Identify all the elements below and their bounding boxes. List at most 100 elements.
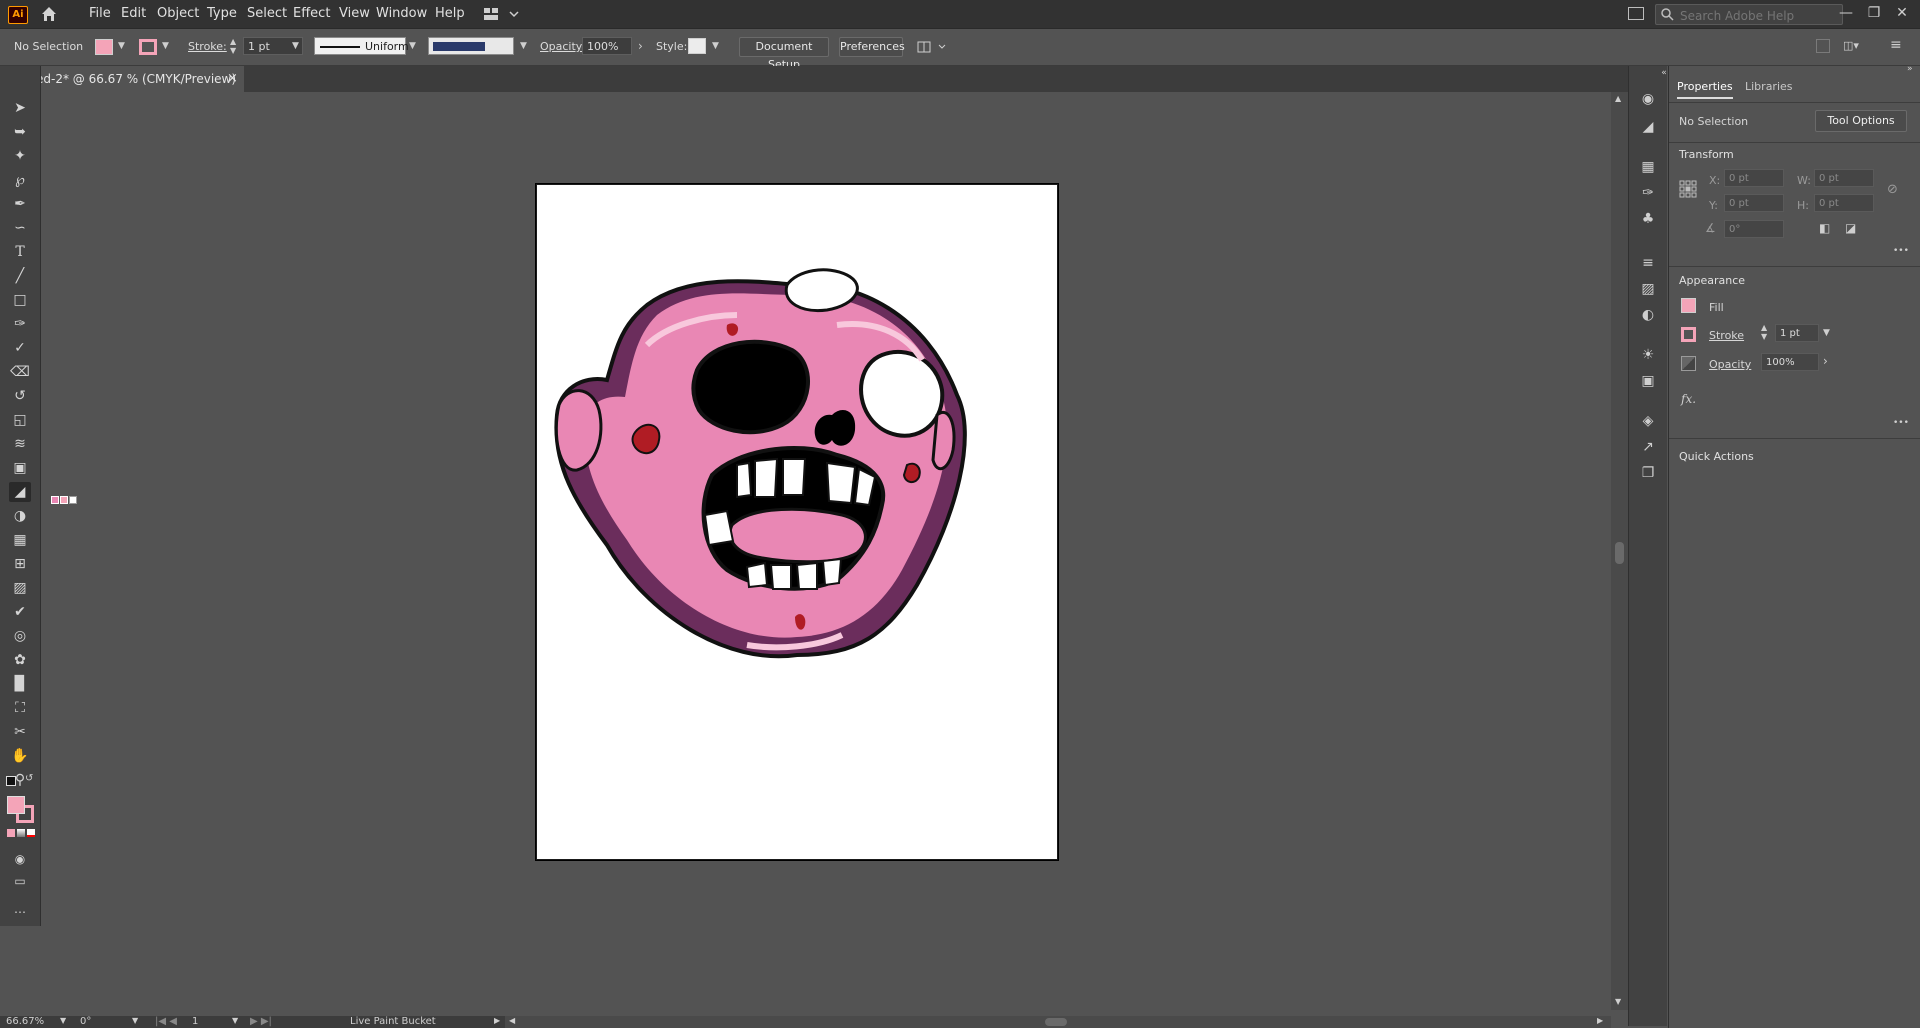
stroke-panel-icon[interactable]: ≡ xyxy=(1639,254,1657,272)
x-field[interactable]: 0 pt xyxy=(1724,169,1784,187)
rectangle-tool-icon[interactable]: □ xyxy=(9,290,31,310)
gradient-panel-icon[interactable]: ▨ xyxy=(1639,280,1657,298)
curvature-tool-icon[interactable]: ∽ xyxy=(9,218,31,238)
tab-properties[interactable]: Properties xyxy=(1677,80,1733,99)
artboard-tool-icon[interactable]: ⛶ xyxy=(9,698,31,718)
stroke-profile-field[interactable]: Uniform xyxy=(314,37,409,55)
rotation-value[interactable]: 0° xyxy=(80,1016,91,1027)
paintbrush-tool-icon[interactable]: ✑ xyxy=(9,314,31,334)
appearance-stroke-swatch[interactable] xyxy=(1681,327,1696,342)
close-window-button[interactable]: ✕ xyxy=(1890,3,1914,23)
shape-builder-tool-icon[interactable]: ◑ xyxy=(9,506,31,526)
reference-point-icon[interactable] xyxy=(1679,180,1697,198)
rotation-dropdown-icon[interactable]: ▼ xyxy=(132,1016,138,1025)
fill-swatch[interactable] xyxy=(95,39,113,55)
appearance-fill-swatch[interactable] xyxy=(1681,298,1696,313)
menu-effect[interactable]: Effect xyxy=(293,6,330,21)
none-mode-icon[interactable] xyxy=(27,829,35,837)
horizontal-scroll-thumb[interactable] xyxy=(1045,1018,1067,1026)
scroll-down-arrow-icon[interactable]: ▼ xyxy=(1615,997,1621,1006)
appearance-panel-icon[interactable]: ☀ xyxy=(1639,346,1657,364)
menu-window[interactable]: Window xyxy=(376,6,427,21)
panel-stroke-weight-field[interactable]: 1 pt xyxy=(1775,324,1819,342)
artboards-panel-icon[interactable]: ❐ xyxy=(1639,464,1657,482)
symbol-sprayer-tool-icon[interactable]: ✿ xyxy=(9,650,31,670)
brushes-panel-icon[interactable]: ✑ xyxy=(1639,184,1657,202)
column-graph-tool-icon[interactable]: ▉ xyxy=(9,674,31,694)
graphic-style-swatch[interactable] xyxy=(688,38,706,54)
color-guide-icon[interactable]: ◢ xyxy=(1639,118,1657,136)
artboard-dropdown-icon[interactable]: ▼ xyxy=(232,1016,238,1025)
style-dropdown-icon[interactable]: ▼ xyxy=(712,41,719,51)
live-paint-bucket-tool-icon[interactable]: ◢ xyxy=(9,482,31,502)
opacity-label[interactable]: Opacity: xyxy=(540,40,585,53)
lasso-tool-icon[interactable]: ℘ xyxy=(9,170,31,190)
control-bar-menu-icon[interactable]: ≡ xyxy=(1890,37,1902,53)
vertical-scrollbar[interactable]: ▲ ▼ xyxy=(1611,92,1628,1010)
home-icon[interactable] xyxy=(40,5,58,23)
menu-help[interactable]: Help xyxy=(435,6,465,21)
menu-file[interactable]: File xyxy=(89,6,111,21)
menu-view[interactable]: View xyxy=(339,6,370,21)
panel-toggle-icon[interactable] xyxy=(1628,7,1644,20)
vertical-scroll-thumb[interactable] xyxy=(1615,542,1624,564)
artboard-nav-icons[interactable]: |◀ ◀ xyxy=(155,1016,177,1027)
fx-button[interactable]: fx. xyxy=(1681,392,1696,406)
menu-edit[interactable]: Edit xyxy=(121,6,146,21)
color-mode-icons[interactable] xyxy=(7,829,35,838)
scroll-left-arrow-icon[interactable]: ◀ xyxy=(509,1016,515,1025)
tab-libraries[interactable]: Libraries xyxy=(1745,80,1793,93)
opacity-expand-icon[interactable]: › xyxy=(638,39,643,53)
minimize-button[interactable]: — xyxy=(1834,3,1858,23)
menu-object[interactable]: Object xyxy=(157,6,199,21)
graphic-styles-panel-icon[interactable]: ▣ xyxy=(1639,372,1657,390)
horizontal-scrollbar[interactable]: ◀ ▶ xyxy=(505,1016,1611,1028)
opacity-label[interactable]: Opacity xyxy=(1709,358,1751,371)
line-tool-icon[interactable]: ╱ xyxy=(9,266,31,286)
preferences-button[interactable]: Preferences xyxy=(839,37,905,57)
panel-collapse-icon[interactable]: » xyxy=(1907,64,1913,74)
tool-options-button[interactable]: Tool Options xyxy=(1815,110,1907,132)
pen-tool-icon[interactable]: ✒ xyxy=(9,194,31,214)
eraser-tool-icon[interactable]: ⌫ xyxy=(9,362,31,382)
stroke-label[interactable]: Stroke: xyxy=(188,40,227,53)
flip-horizontal-icon[interactable]: ◧ xyxy=(1819,221,1830,235)
draw-mode-icon[interactable]: ◉ xyxy=(9,849,31,869)
zoom-dropdown-icon[interactable]: ▼ xyxy=(60,1016,66,1025)
stroke-weight-dropdown-icon[interactable]: ▼ xyxy=(292,41,299,51)
blob-brush-tool-icon[interactable]: ✓ xyxy=(9,338,31,358)
stroke-stepper[interactable]: ▲ ▼ xyxy=(230,37,236,55)
brush-dropdown-icon[interactable]: ▼ xyxy=(520,41,527,51)
constrain-proportions-icon[interactable]: ⊘ xyxy=(1887,182,1898,197)
close-tab-icon[interactable]: × xyxy=(227,66,238,92)
transform-options-icon[interactable]: ◫▾ xyxy=(1843,39,1867,53)
workspace-switcher[interactable] xyxy=(484,7,520,21)
default-colors-icon[interactable] xyxy=(6,776,16,786)
perspective-grid-tool-icon[interactable]: ▦ xyxy=(9,530,31,550)
stroke-swatch[interactable] xyxy=(139,39,157,55)
opacity-field[interactable]: 100% xyxy=(582,37,632,55)
symbols-panel-icon[interactable]: ♣ xyxy=(1639,210,1657,228)
artboard-number[interactable]: 1 xyxy=(192,1016,198,1027)
stroke-label[interactable]: Stroke xyxy=(1709,329,1744,342)
search-input[interactable] xyxy=(1678,6,1842,25)
color-mode-icon[interactable] xyxy=(7,829,15,837)
selection-tool-icon[interactable]: ➤ xyxy=(9,98,31,118)
edit-toolbar-icon[interactable]: ⋯ xyxy=(9,902,31,922)
gradient-mode-icon[interactable] xyxy=(17,829,25,837)
scroll-up-arrow-icon[interactable]: ▲ xyxy=(1615,94,1621,103)
menu-select[interactable]: Select xyxy=(247,6,287,21)
gradient-tool-icon[interactable]: ▨ xyxy=(9,578,31,598)
transparency-panel-icon[interactable]: ◐ xyxy=(1639,306,1657,324)
width-tool-icon[interactable]: ≋ xyxy=(9,434,31,454)
swap-colors-icon[interactable]: ↺ xyxy=(25,773,33,784)
fill-color-swatch[interactable] xyxy=(7,796,25,814)
search-field[interactable] xyxy=(1655,4,1843,25)
panel-opacity-field[interactable]: 100% xyxy=(1761,353,1819,371)
layers-panel-icon[interactable]: ◈ xyxy=(1639,412,1657,430)
artboard-next-icons[interactable]: ▶ ▶| xyxy=(250,1016,272,1027)
swatches-panel-icon[interactable]: ▦ xyxy=(1639,158,1657,176)
arrange-documents-icon[interactable] xyxy=(917,39,947,58)
free-transform-tool-icon[interactable]: ▣ xyxy=(9,458,31,478)
rotate-field[interactable]: 0° xyxy=(1724,220,1784,238)
